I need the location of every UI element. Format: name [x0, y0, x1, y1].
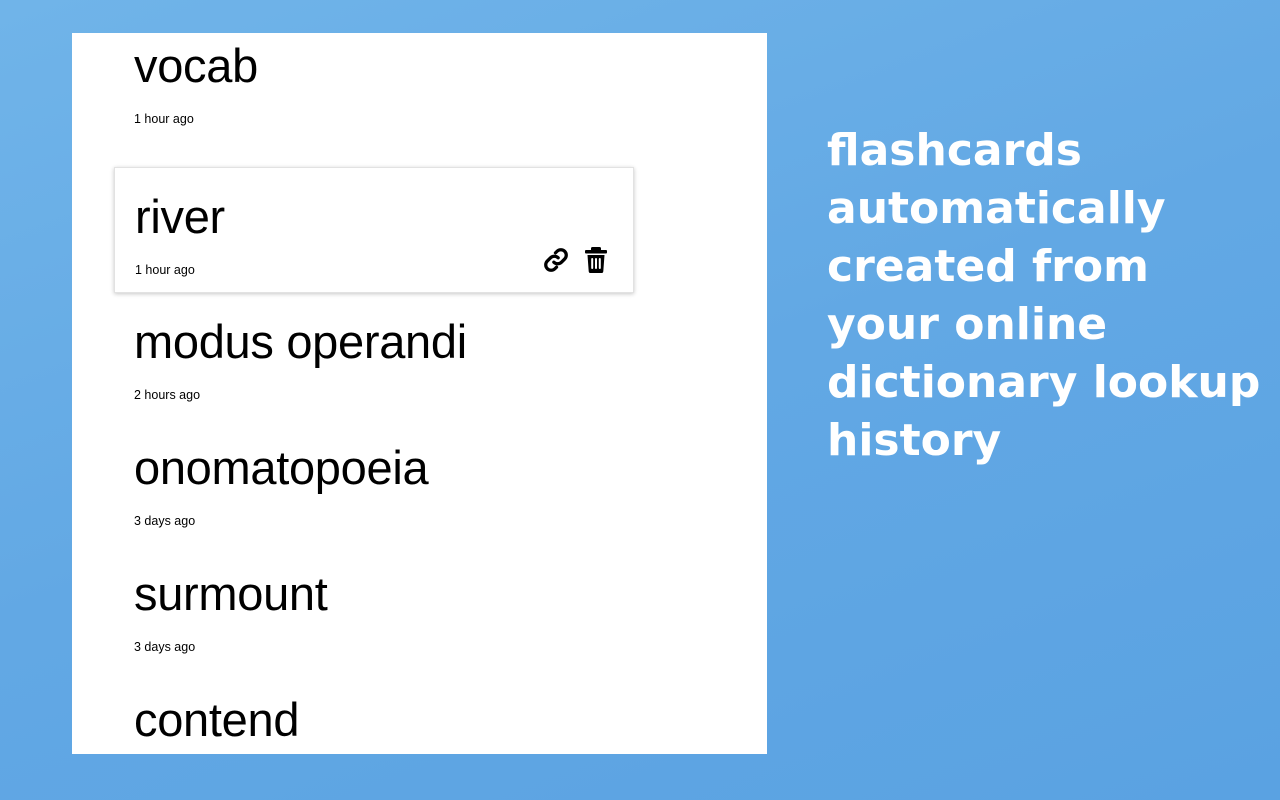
- timestamp: 1 hour ago: [134, 112, 194, 126]
- word-title: surmount: [134, 567, 328, 620]
- link-icon[interactable]: [543, 246, 569, 274]
- item-actions: [543, 246, 609, 274]
- word-title: river: [135, 190, 225, 243]
- list-item[interactable]: surmount 3 days ago: [114, 545, 634, 671]
- history-panel: vocab 1 hour ago river 1 hour ago modus …: [72, 33, 767, 754]
- trash-icon[interactable]: [583, 246, 609, 274]
- list-item[interactable]: vocab 1 hour ago: [114, 33, 634, 143]
- word-title: modus operandi: [134, 315, 467, 368]
- promo-tagline: flashcards automatically created from yo…: [827, 125, 1261, 466]
- list-item[interactable]: contend: [114, 671, 634, 754]
- word-title: vocab: [134, 39, 258, 92]
- word-title: contend: [134, 693, 300, 746]
- list-item[interactable]: onomatopoeia 3 days ago: [114, 419, 634, 545]
- timestamp: 1 hour ago: [135, 263, 195, 277]
- timestamp: 3 days ago: [134, 640, 196, 654]
- timestamp: 3 days ago: [134, 514, 196, 528]
- word-title: onomatopoeia: [134, 441, 429, 494]
- timestamp: 2 hours ago: [134, 388, 201, 402]
- list-item[interactable]: river 1 hour ago: [114, 167, 634, 293]
- list-item[interactable]: modus operandi 2 hours ago: [114, 293, 634, 419]
